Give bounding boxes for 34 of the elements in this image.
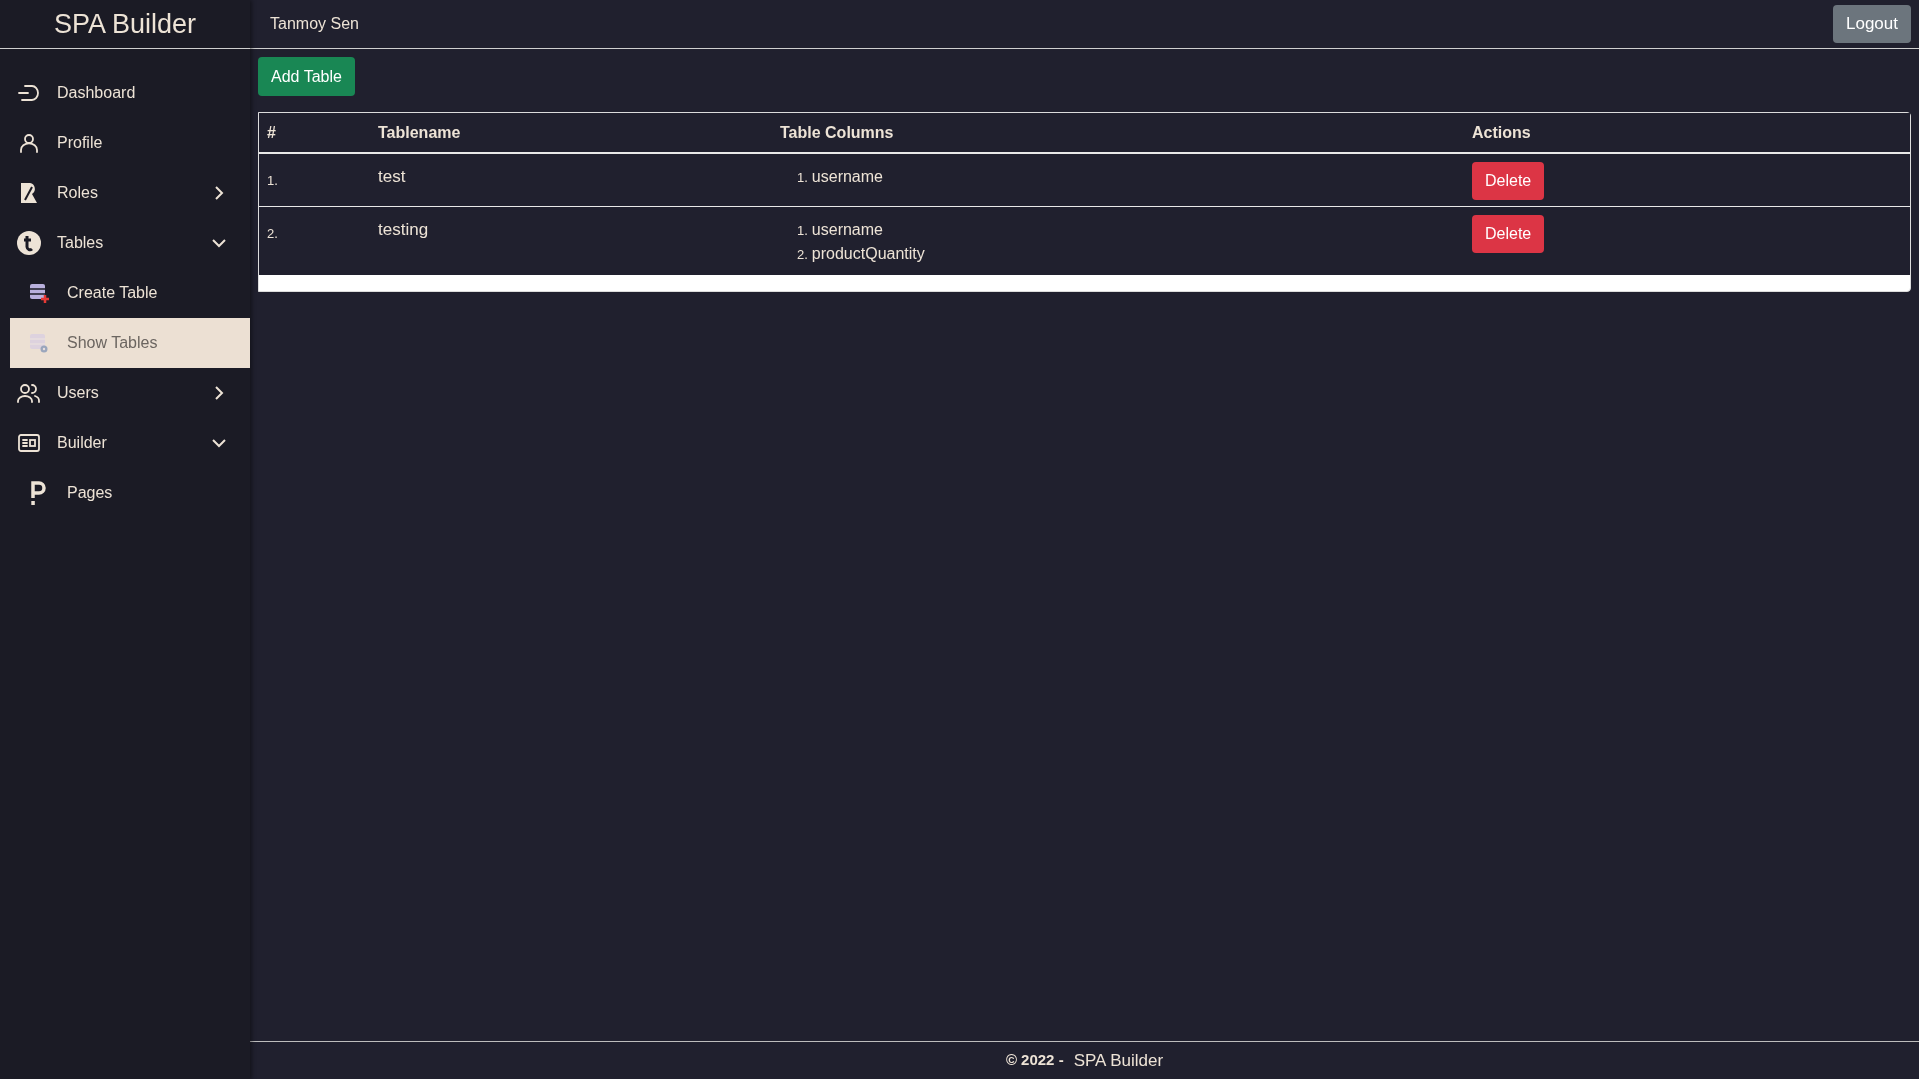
list-number: 2.	[797, 246, 808, 264]
menu-item[interactable]: Profile	[10, 118, 250, 168]
logout-button[interactable]: Logout	[1833, 5, 1911, 43]
table-name: test	[378, 167, 406, 186]
letter-t-icon	[16, 230, 42, 256]
column-name: username	[811, 220, 883, 240]
menu-item[interactable]: Tables	[10, 218, 250, 268]
row-number: 2.	[267, 226, 278, 241]
add-table-button[interactable]: Add Table	[258, 57, 355, 96]
app-title: SPA Builder	[53, 7, 197, 41]
column-name: productQuantity	[811, 244, 925, 264]
list-number: 1.	[797, 169, 808, 187]
users-icon	[16, 381, 42, 405]
menu-item[interactable]: Users	[10, 368, 250, 418]
submenu-item[interactable]: Create Table	[10, 268, 250, 318]
column-name: username	[811, 167, 883, 187]
delete-button[interactable]: Delete	[1472, 162, 1545, 200]
column-header: #	[259, 113, 374, 153]
menu-item[interactable]: Dashboard	[10, 68, 250, 118]
column-header: Table Columns	[780, 113, 1472, 153]
layout-icon	[16, 432, 42, 454]
footer-brand: SPA Builder	[1073, 1049, 1164, 1072]
list-number: 1.	[797, 222, 808, 240]
submenu-item[interactable]: Pages	[10, 468, 250, 518]
menu-item[interactable]: Roles	[10, 168, 250, 218]
menu-item[interactable]: Builder	[10, 418, 250, 468]
column-header: Actions	[1472, 113, 1910, 153]
table-name: testing	[378, 220, 429, 239]
submenu-item[interactable]: Show Tables	[10, 318, 250, 368]
user-name: Tanmoy Sen	[270, 14, 359, 34]
row-number: 1.	[267, 173, 278, 188]
copyright-text: © 2022 -	[1005, 1050, 1064, 1071]
column-header: Tablename	[374, 113, 780, 153]
delete-button[interactable]: Delete	[1472, 215, 1545, 253]
